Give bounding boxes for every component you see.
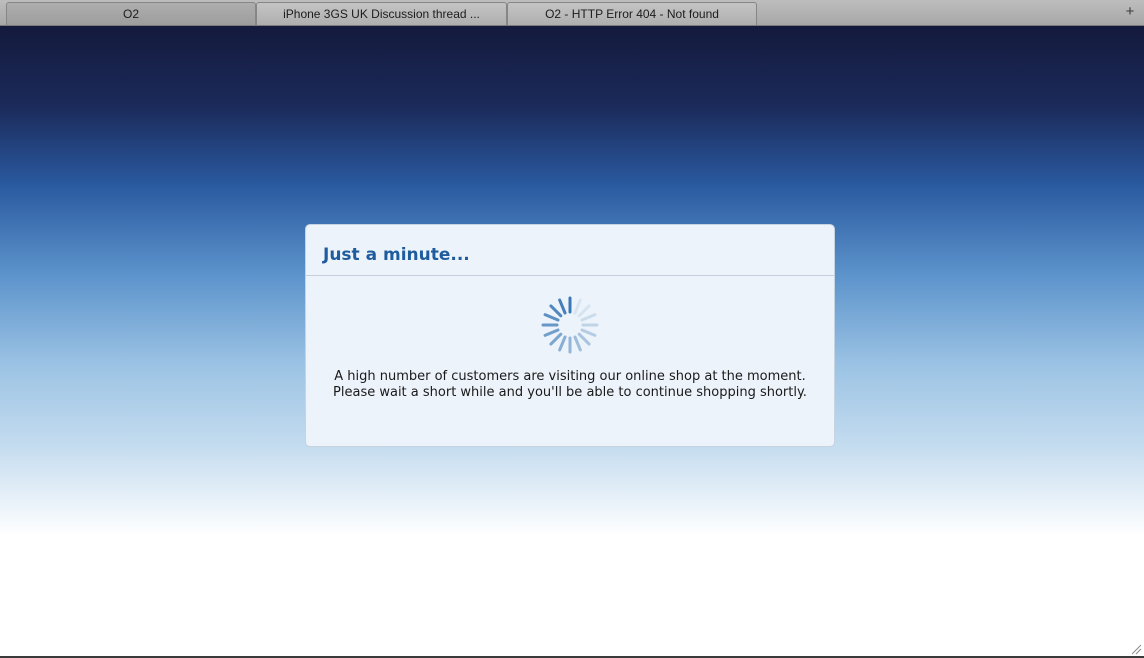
dialog-message: A high number of customers are visiting … xyxy=(306,369,834,401)
tab-http-error[interactable]: O2 - HTTP Error 404 - Not found xyxy=(507,2,757,25)
dialog-title: Just a minute... xyxy=(323,245,470,265)
spinner-tick xyxy=(558,335,567,352)
spinner-tick xyxy=(577,304,591,318)
spinner-tick xyxy=(577,332,591,346)
tab-iphone-discussion[interactable]: iPhone 3GS UK Discussion thread ... xyxy=(256,2,507,25)
loading-spinner-icon xyxy=(541,296,599,354)
tab-bar: O2 iPhone 3GS UK Discussion thread ... O… xyxy=(0,0,1144,26)
tab-o2[interactable]: O2 xyxy=(6,2,256,25)
dialog-message-line-2: Please wait a short while and you'll be … xyxy=(333,385,807,400)
spinner-tick xyxy=(580,328,597,337)
spinner-tick xyxy=(549,304,563,318)
spinner-tick xyxy=(543,328,560,337)
loading-dialog: Just a minute... A high number of custom… xyxy=(305,224,835,447)
spinner-tick xyxy=(580,313,597,322)
spinner-tick xyxy=(573,298,582,315)
dialog-header: Just a minute... xyxy=(306,225,834,276)
spinner-tick xyxy=(549,332,563,346)
spinner-tick xyxy=(543,313,560,322)
spinner-tick xyxy=(558,298,567,315)
resize-grip-icon[interactable] xyxy=(1130,643,1142,655)
spinner-tick xyxy=(573,335,582,352)
dialog-message-line-1: A high number of customers are visiting … xyxy=(334,369,806,384)
page-background: Just a minute... A high number of custom… xyxy=(0,26,1144,658)
new-tab-plus-icon[interactable]: + xyxy=(1122,4,1138,20)
